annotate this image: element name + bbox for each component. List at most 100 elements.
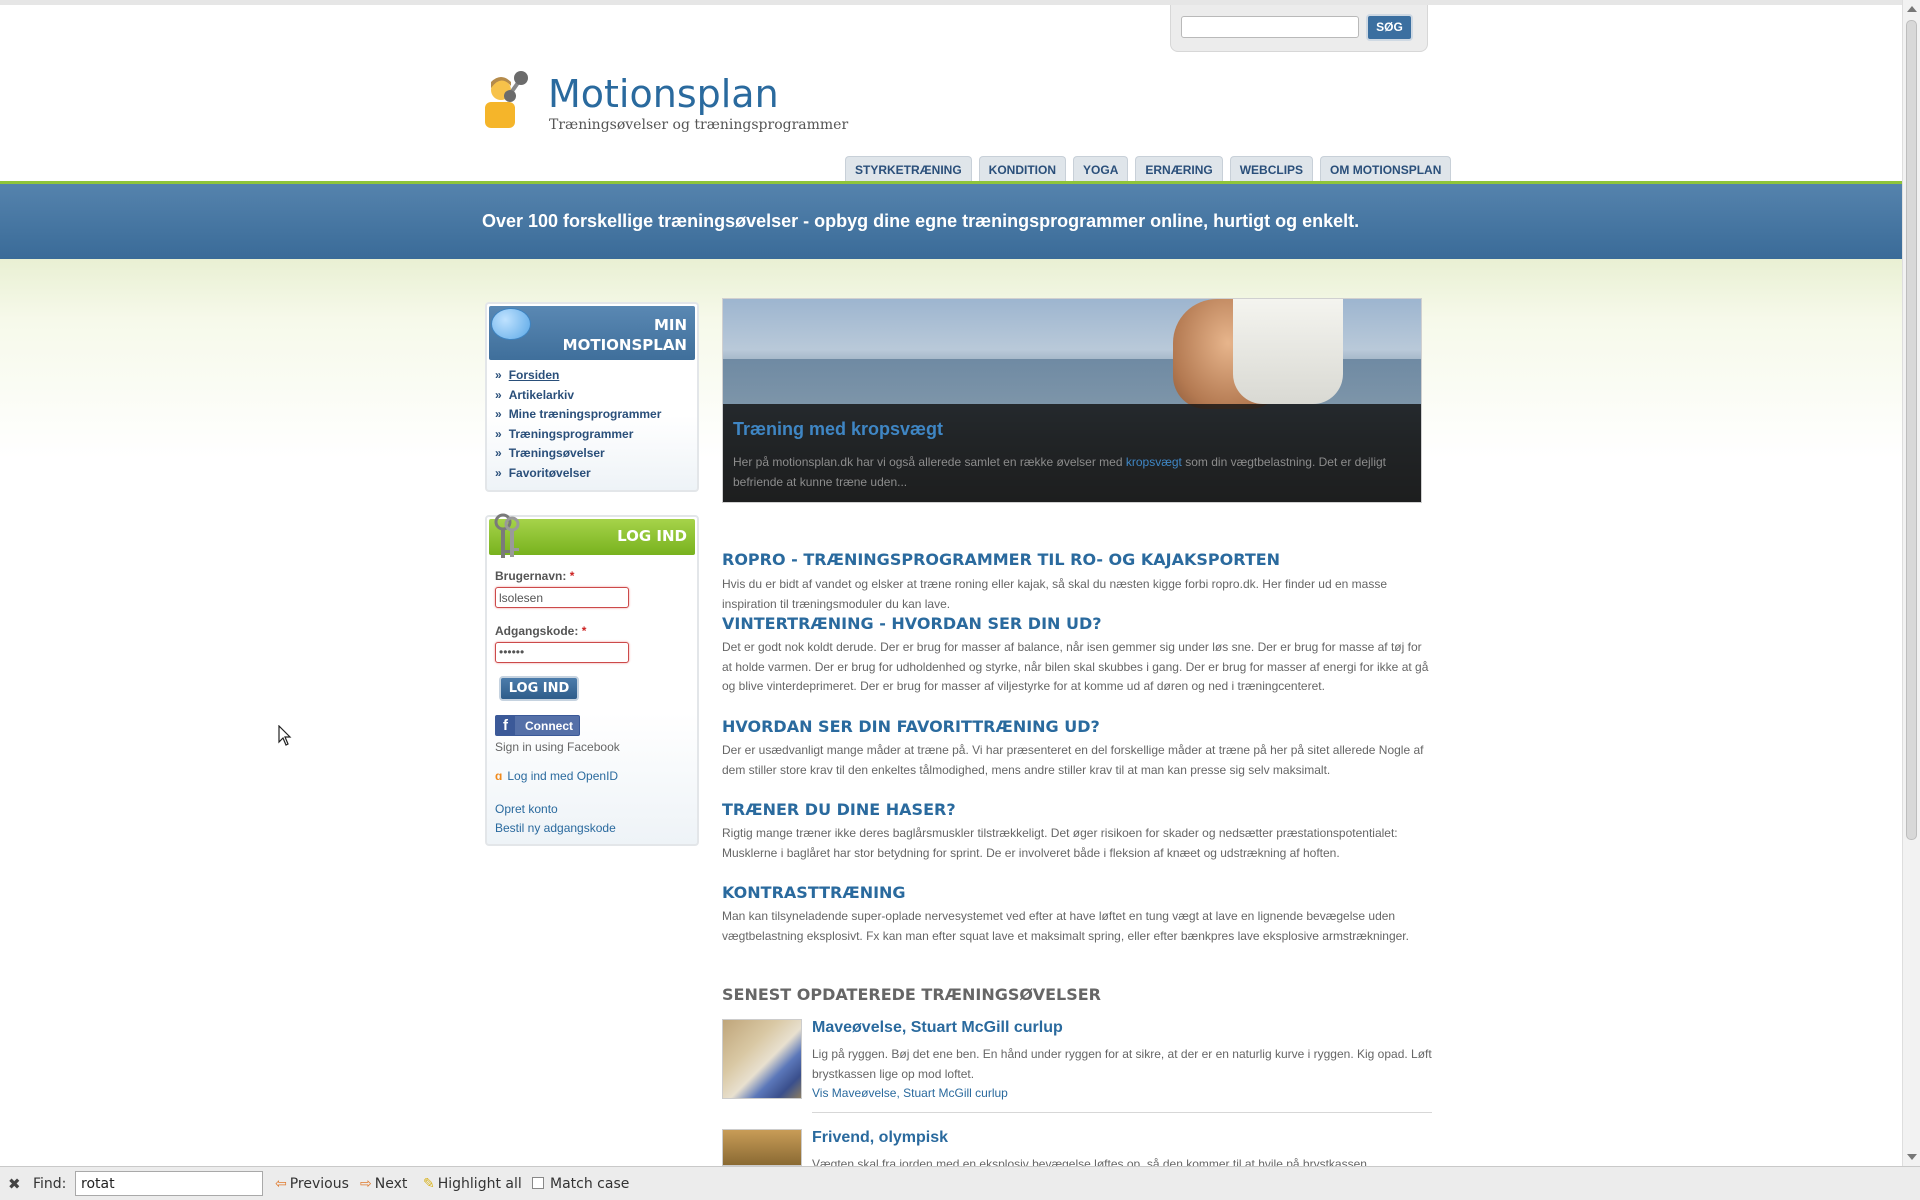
exercise-body: Vægten skal fra jorden med en eksplosiv … <box>812 1157 1367 1166</box>
menu-item-label: Træningsøvelser <box>508 446 605 461</box>
bullet-icon: » <box>495 407 502 422</box>
find-label: Find: <box>33 1176 67 1192</box>
highlight-all-label: Highlight all <box>437 1176 522 1192</box>
article-body: Man kan tilsyneladende super-oplade nerv… <box>722 909 1409 943</box>
nav-tab-webclips[interactable]: WEBCLIPS <box>1229 156 1314 182</box>
exercise-thumbnail[interactable] <box>722 1129 802 1166</box>
create-account-link[interactable]: Opret konto <box>495 802 558 816</box>
password-label: Adgangskode: * <box>495 624 587 638</box>
hero-image-shirt <box>1233 299 1343 404</box>
menu-title-line2: MOTIONSPLAN <box>562 336 687 354</box>
search-button[interactable]: SØG <box>1366 14 1413 41</box>
banner-text: Over 100 forskellige træningsøvelser - o… <box>482 211 1360 231</box>
arrow-left-icon: ⇦ <box>275 1176 287 1192</box>
facebook-connect-button[interactable]: f Connect <box>495 715 580 736</box>
article-body: Rigtig mange træner ikke deres baglårsmu… <box>722 826 1398 860</box>
openid-label: Log ind med OpenID <box>507 769 619 783</box>
menu-header: MIN MOTIONSPLAN <box>489 306 695 360</box>
site-tagline: Træningsøvelser og træningsprogrammer <box>549 117 849 133</box>
bullet-icon: » <box>495 465 502 480</box>
hero-text: Her på motionsplan.dk har vi også allere… <box>733 453 1413 492</box>
nav-tab-om-motionsplan[interactable]: OM MOTIONSPLAN <box>1320 156 1452 182</box>
nav-tab-styrketraening[interactable]: STYRKETRÆNING <box>845 156 972 182</box>
recent-exercises-heading: SENEST OPDATEREDE TRÆNINGSØVELSER <box>722 985 1101 1004</box>
browser-viewport: SØG Motionsplan Træningsøvelser og træni… <box>0 0 1902 1166</box>
main-nav: STYRKETRÆNING KONDITION YOGA ERNÆRING WE… <box>845 156 1452 182</box>
divider <box>812 1112 1432 1113</box>
match-case-label: Match case <box>550 1176 630 1192</box>
mouse-pointer-icon <box>278 725 292 746</box>
bullet-icon: » <box>495 446 502 461</box>
reset-password-link[interactable]: Bestil ny adgangskode <box>495 821 616 835</box>
find-next-label: Next <box>374 1176 408 1192</box>
menu-item-label: Favoritøvelser <box>508 465 591 480</box>
menu-item-forsiden[interactable]: » Forsiden <box>495 366 661 386</box>
login-title: LOG IND <box>617 527 687 545</box>
hero-title[interactable]: Træning med kropsvægt <box>733 419 943 440</box>
find-input[interactable] <box>75 1171 263 1196</box>
find-previous-button[interactable]: ⇦ Previous <box>275 1176 349 1192</box>
nav-tab-ernaering[interactable]: ERNÆRING <box>1135 156 1223 182</box>
openid-icon: ɑ <box>495 769 503 783</box>
article-title[interactable]: TRÆNER DU DINE HASER? <box>722 800 956 819</box>
close-icon[interactable]: ✖ <box>8 1175 21 1193</box>
nav-tab-yoga[interactable]: YOGA <box>1073 156 1129 182</box>
menu-item-label: Forsiden <box>508 368 560 382</box>
highlighter-icon: ✎ <box>423 1176 435 1192</box>
login-button[interactable]: LOG IND <box>499 676 579 701</box>
bullet-icon: » <box>495 426 502 441</box>
menu-item-mine-traeningsprogrammer[interactable]: » Mine træningsprogrammer <box>495 405 661 425</box>
scrollbar-thumb[interactable] <box>1906 20 1917 840</box>
top-border <box>0 0 1902 5</box>
menu-item-traeningsovelser[interactable]: » Træningsøvelser <box>495 444 661 464</box>
find-previous-label: Previous <box>289 1176 349 1192</box>
username-field[interactable] <box>495 587 629 608</box>
exercise-body: Lig på ryggen. Bøj det ene ben. En hånd … <box>812 1047 1432 1081</box>
menu-item-label: Mine træningsprogrammer <box>508 407 662 422</box>
vertical-scrollbar[interactable] <box>1902 0 1920 1166</box>
menu-item-label: Artikelarkiv <box>508 387 575 402</box>
site-title[interactable]: Motionsplan <box>548 72 779 116</box>
article-title[interactable]: HVORDAN SER DIN FAVORITTRÆNING UD? <box>722 717 1100 736</box>
keys-icon <box>494 513 520 558</box>
search-box: SØG <box>1170 5 1428 52</box>
find-next-button[interactable]: ⇨ Next <box>360 1176 407 1192</box>
facebook-signin-text: Sign in using Facebook <box>495 740 620 754</box>
password-field[interactable]: •••••• <box>495 642 629 663</box>
login-box: LOG IND Brugernavn: * Adgangskode: * •••… <box>485 513 699 846</box>
speech-bubble-icon <box>491 308 531 340</box>
menu-title: MIN MOTIONSPLAN <box>563 315 687 355</box>
article-title[interactable]: ROPRO - TRÆNINGSPROGRAMMER TIL RO- OG KA… <box>722 550 1280 569</box>
checkbox-icon <box>532 1177 544 1189</box>
article-body: Hvis du er bidt af vandet og elsker at t… <box>722 577 1388 611</box>
bullet-icon: » <box>495 387 502 402</box>
article-title[interactable]: KONTRASTTRÆNING <box>722 883 906 902</box>
featured-article[interactable]: Træning med kropsvægt Her på motionsplan… <box>722 298 1422 503</box>
menu-item-artikelarkiv[interactable]: » Artikelarkiv <box>495 386 661 406</box>
exercise-title[interactable]: Maveøvelse, Stuart McGill curlup <box>812 1019 1063 1037</box>
match-case-checkbox[interactable]: Match case <box>532 1176 629 1192</box>
scroll-up-icon[interactable] <box>1907 6 1917 12</box>
facebook-icon: f <box>496 716 515 735</box>
exercise-title[interactable]: Frivend, olympisk <box>812 1129 948 1147</box>
highlight-all-button[interactable]: ✎ Highlight all <box>423 1176 522 1192</box>
menu-title-line1: MIN <box>653 316 687 334</box>
hero-text-link[interactable]: kropsvægt <box>1126 455 1182 469</box>
menu-item-favoritovelser[interactable]: » Favoritøvelser <box>495 464 661 484</box>
hero-banner: Over 100 forskellige træningsøvelser - o… <box>0 181 1902 259</box>
article-title[interactable]: VINTERTRÆNING - HVORDAN SER DIN UD? <box>722 614 1102 633</box>
find-bar: ✖ Find: ⇦Previous ⇨Next ✎Highlight all M… <box>0 1166 1920 1200</box>
arrow-right-icon: ⇨ <box>360 1176 372 1192</box>
exercise-link[interactable]: Vis Maveøvelse, Stuart McGill curlup <box>812 1086 1008 1100</box>
my-motionsplan-box: MIN MOTIONSPLAN » Forsiden » Artikelarkiv … <box>485 302 699 492</box>
article-body: Det er godt nok koldt derude. Der er bru… <box>722 640 1429 694</box>
openid-login-link[interactable]: ɑ Log ind med OpenID <box>495 769 618 783</box>
scroll-down-icon[interactable] <box>1907 1154 1917 1160</box>
exercise-thumbnail[interactable] <box>722 1019 802 1099</box>
search-input[interactable] <box>1181 16 1359 38</box>
article-body: Der er usædvanligt mange måder at træne … <box>722 743 1424 777</box>
menu-item-traeningsprogrammer[interactable]: » Træningsprogrammer <box>495 425 661 445</box>
bullet-icon: » <box>495 368 502 382</box>
nav-tab-kondition[interactable]: KONDITION <box>978 156 1067 182</box>
menu-list: » Forsiden » Artikelarkiv » Mine træningspr… <box>495 366 661 484</box>
